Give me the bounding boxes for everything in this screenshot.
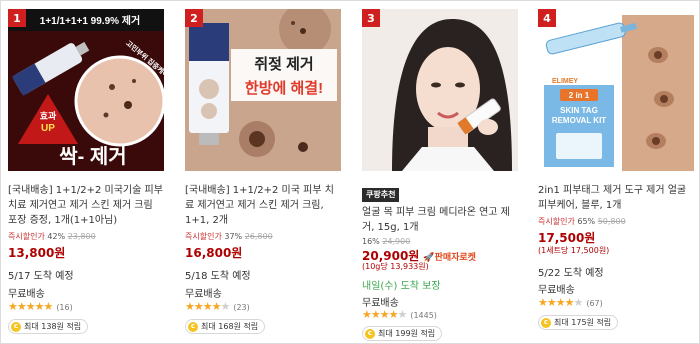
product-image-3[interactable]: 3 (362, 9, 518, 171)
image-headline: SKIN TAG (560, 106, 598, 115)
unit-price: (10g당 13,933원) (362, 262, 429, 271)
discount-row: 즉시할인가 42% 23,800 (8, 231, 96, 242)
rocket-delivery-tag: 🚀판매자로켓 (423, 253, 476, 263)
sale-price: 16,800원 (185, 246, 243, 260)
shipping-info: 무료배송 (362, 298, 399, 309)
reward-pill: c 최대 168원 적립 (185, 319, 266, 334)
discount-label: 즉시할인가 (8, 232, 45, 241)
reward-pill: c 최대 138원 적립 (8, 319, 89, 334)
shipping-info: 무료배송 (185, 289, 222, 300)
sale-price: 13,800원 (8, 246, 66, 260)
image-slogan: REMOVAL KIT (552, 116, 606, 125)
image-headline: 쥐젖 제거 (254, 55, 313, 73)
coin-icon: c (188, 321, 198, 332)
product-title[interactable]: [국내배송] 1+1/2+2 미국기술 피부 치료 제거연고 제거 스킨 제거 … (8, 183, 164, 228)
original-price: 23,800 (67, 232, 96, 241)
reward-text: 최대 138원 적립 (24, 322, 82, 331)
discount-label: 즉시할인가 (185, 232, 222, 241)
discount-percent: 16% (362, 237, 380, 246)
discount-percent: 65% (577, 217, 596, 226)
rank-badge: 4 (538, 9, 556, 27)
image-badge: 2 in 1 (569, 91, 590, 100)
review-count: (23) (233, 303, 250, 312)
rating-stars: ★★★★★ (16) (8, 300, 73, 313)
discount-percent: 37% (224, 232, 243, 241)
discount-row: 즉시할인가 37% 26,800 (185, 231, 273, 242)
product-card-4[interactable]: 4 ELIMEY 2 in 1 SKIN TAG REMOVAL KIT 2in… (538, 9, 694, 339)
original-price: 26,800 (244, 232, 273, 241)
review-count: (1445) (410, 311, 437, 320)
discount-label: 즉시할인가 (538, 217, 575, 226)
rank-badge: 1 (8, 9, 26, 27)
image-slogan: 한방에 해결! (245, 79, 323, 97)
shipping-info: 무료배송 (538, 285, 575, 296)
delivery-date: 5/17 도착 예정 (8, 271, 74, 282)
rating-stars: ★★★★★ (23) (185, 300, 250, 313)
rank-badge: 2 (185, 9, 203, 27)
image-headline: 1+1/1+1+1 99.9% 제거 (40, 14, 140, 27)
product-photo-3 (362, 9, 518, 171)
product-grid: 1 1+1/1+1+1 99.9% 제거 효과 UP 싹- 제거 고민부위 집중… (0, 0, 700, 344)
sale-price: 17,500원 (538, 231, 596, 245)
product-photo-4: ELIMEY 2 in 1 SKIN TAG REMOVAL KIT (538, 9, 694, 171)
reward-pill: c 최대 175원 적립 (538, 315, 619, 330)
reward-pill: c 최대 199원 적립 (362, 326, 443, 341)
product-card-1[interactable]: 1 1+1/1+1+1 99.9% 제거 효과 UP 싹- 제거 고민부위 집중… (8, 9, 164, 339)
delivery-date: 내일(수) 도착 보장 (362, 281, 441, 292)
reward-text: 최대 199원 적립 (378, 329, 436, 338)
rank-badge: 3 (362, 9, 380, 27)
rating-stars: ★★★★★ (1445) (362, 308, 437, 321)
discount-row: 즉시할인가 65% 50,800 (538, 216, 626, 227)
svg-text:효과: 효과 (40, 110, 57, 121)
reward-text: 최대 168원 적립 (201, 322, 259, 331)
delivery-date: 5/22 도착 예정 (538, 268, 604, 279)
coin-icon: c (11, 321, 21, 332)
product-image-4[interactable]: 4 ELIMEY 2 in 1 SKIN TAG REMOVAL KIT (538, 9, 694, 171)
discount-percent: 42% (47, 232, 66, 241)
review-count: (16) (56, 303, 73, 312)
delivery-date: 5/18 도착 예정 (185, 271, 251, 282)
shipping-info: 무료배송 (8, 289, 45, 300)
image-slogan: 싹- 제거 (59, 145, 126, 168)
product-title[interactable]: [국내배송] 1+1/2+2 미국 피부 치료 제거연고 제거 스킨 제거 크림… (185, 183, 341, 228)
coin-icon: c (365, 328, 375, 339)
reward-text: 최대 175원 적립 (554, 318, 612, 327)
product-image-1[interactable]: 1 1+1/1+1+1 99.9% 제거 효과 UP 싹- 제거 고민부위 집중… (8, 9, 164, 171)
coin-icon: c (541, 317, 551, 328)
original-price: 50,800 (597, 217, 626, 226)
original-price: 24,900 (382, 237, 411, 246)
product-photo-1: 1+1/1+1+1 99.9% 제거 효과 UP 싹- 제거 고민부위 집중케어 (8, 9, 164, 171)
product-image-2[interactable]: 2 쥐젖 제거 한방에 해결! (185, 9, 341, 171)
recommend-badge: 쿠팡추천 (362, 188, 400, 202)
svg-text:UP: UP (41, 123, 55, 134)
unit-price: (1세트당 17,500원) (538, 246, 610, 255)
discount-row: 16% 24,900 (362, 237, 410, 246)
review-count: (67) (586, 299, 603, 308)
product-photo-2: 쥐젖 제거 한방에 해결! (185, 9, 341, 171)
product-card-3[interactable]: 3 쿠팡추천 얼굴 목 피부 크림 메디라온 연고 제거, 15g, 1개 16… (362, 9, 518, 341)
image-brand: ELIMEY (552, 78, 578, 85)
product-card-2[interactable]: 2 쥐젖 제거 한방에 해결! [국내배송] 1+1/2+2 미국 피부 치료 … (185, 9, 341, 339)
rating-stars: ★★★★★ (67) (538, 296, 603, 309)
